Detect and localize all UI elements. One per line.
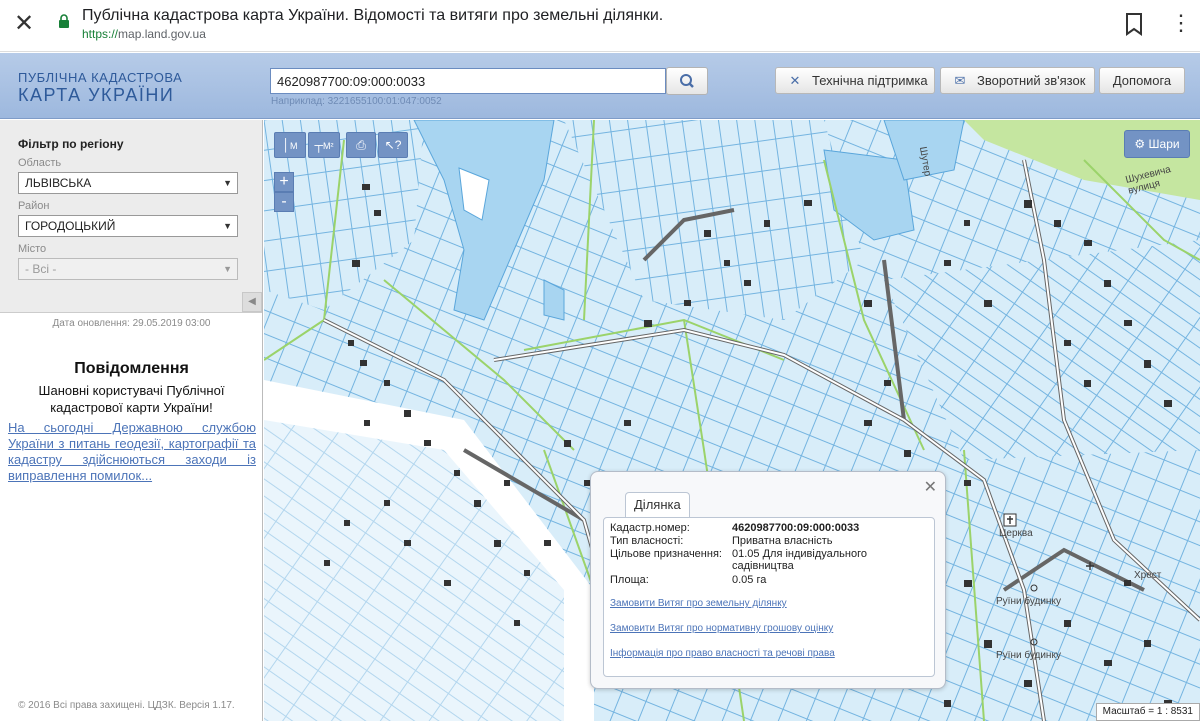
district-label: Район (18, 200, 50, 212)
area-measure-icon: ┬ (314, 138, 323, 152)
print-button[interactable]: ⎙ (346, 132, 376, 158)
ruler-icon: │ (282, 138, 291, 152)
city-select[interactable]: - Всі - ▼ (18, 258, 238, 280)
feedback-button[interactable]: ✉ Зворотний зв'язок (940, 67, 1095, 94)
map-label-ruins-2: Руїни будинку (996, 650, 1061, 661)
city-label: Місто (18, 243, 47, 255)
logo-line-1: ПУБЛІЧНА КАДАСТРОВА (18, 70, 183, 85)
map-label-cross: Хрест (1134, 570, 1162, 581)
chevron-down-icon: ▼ (223, 264, 232, 274)
search-hint: Наприклад: 3221655100:01:047:0052 (271, 96, 442, 107)
measure-length-button[interactable]: │М (274, 132, 306, 158)
notice-text: Шановні користувачі Публічної кадастрово… (38, 383, 225, 415)
lock-icon (59, 14, 69, 28)
map-scale: Масштаб = 1 : 8531 (1095, 703, 1200, 721)
browser-toolbar: ✕ Публічна кадастрова карта України. Від… (0, 0, 1200, 52)
notice-title: Повідомлення (74, 360, 189, 377)
tech-support-button[interactable]: ✕ Технічна підтримка (775, 67, 935, 94)
bookmark-icon[interactable] (1124, 12, 1144, 36)
district-select[interactable]: ГОРОДОЦЬКИЙ ▼ (18, 215, 238, 237)
order-valuation-extract-link[interactable]: Замовити Витяг про нормативну грошову оц… (610, 623, 833, 634)
url-host: map.land.gov.ua (118, 27, 206, 41)
region-filter-panel: Фільтр по регіону Область ЛЬВІВСЬКА ▼ Рай… (0, 120, 262, 313)
help-button[interactable]: Допомога (1099, 67, 1185, 94)
parcel-info-popup: ✕ Ділянка Кадастр.номер: 4620987700:09:00… (590, 471, 946, 689)
tools-icon: ✕ (789, 73, 801, 88)
print-icon: ⎙ (356, 138, 366, 152)
close-icon[interactable]: ✕ (924, 477, 937, 497)
gear-icon: ⚙ (1134, 137, 1146, 151)
collapse-sidebar-button[interactable]: ◀ (242, 292, 262, 312)
order-parcel-extract-link[interactable]: Замовити Витяг про земельну ділянку (610, 598, 787, 609)
copyright: © 2016 Всі права захищені. ЦДЗК. Версія … (18, 700, 235, 711)
map-label-ruins-1: Руїни будинку (996, 596, 1061, 607)
logo-line-2: КАРТА УКРАЇНИ (18, 85, 175, 105)
update-date: Дата оновлення: 29.05.2019 03:00 (52, 318, 211, 329)
close-tab-icon[interactable]: ✕ (12, 12, 36, 36)
measure-area-button[interactable]: ┬М² (308, 132, 340, 158)
identify-cursor-icon: ↖ (384, 138, 395, 152)
layers-button[interactable]: ⚙ Шари (1124, 130, 1190, 158)
notice-link[interactable]: На сьогодні Державною службою України з … (8, 420, 256, 484)
more-menu-icon[interactable]: ⋮ (1170, 12, 1192, 36)
zoom-in-button[interactable]: + (274, 172, 294, 192)
site-logo[interactable]: ПУБЛІЧНА КАДАСТРОВА КАРТА УКРАЇНИ (18, 70, 182, 106)
identify-button[interactable]: ↖? (378, 132, 408, 158)
chevron-down-icon: ▼ (223, 178, 232, 188)
map-label-church: Церква (999, 528, 1033, 539)
search-button[interactable] (666, 67, 708, 95)
sidebar: Фільтр по регіону Область ЛЬВІВСЬКА ▼ Рай… (0, 120, 263, 721)
envelope-icon: ✉ (954, 73, 966, 88)
region-label: Область (18, 157, 62, 169)
url-scheme: https:// (82, 27, 119, 41)
tab-parcel[interactable]: Ділянка (625, 492, 690, 518)
site-header: ПУБЛІЧНА КАДАСТРОВА КАРТА УКРАЇНИ Наприк… (0, 53, 1200, 119)
zoom-out-button[interactable]: - (274, 192, 294, 212)
search-icon (680, 74, 694, 88)
parcel-info-content: Кадастр.номер: 4620987700:09:000:0033 Тип… (603, 517, 935, 677)
filter-title: Фільтр по регіону (18, 137, 124, 151)
cadastral-search-input[interactable] (270, 68, 666, 94)
address-bar[interactable]: https://map.land.gov.ua (82, 27, 206, 41)
page-title: Публічна кадастрова карта України. Відом… (82, 7, 664, 24)
region-select[interactable]: ЛЬВІВСЬКА ▼ (18, 172, 238, 194)
ownership-info-link[interactable]: Інформація про право власності та речові… (610, 648, 835, 659)
chevron-down-icon: ▼ (223, 221, 232, 231)
